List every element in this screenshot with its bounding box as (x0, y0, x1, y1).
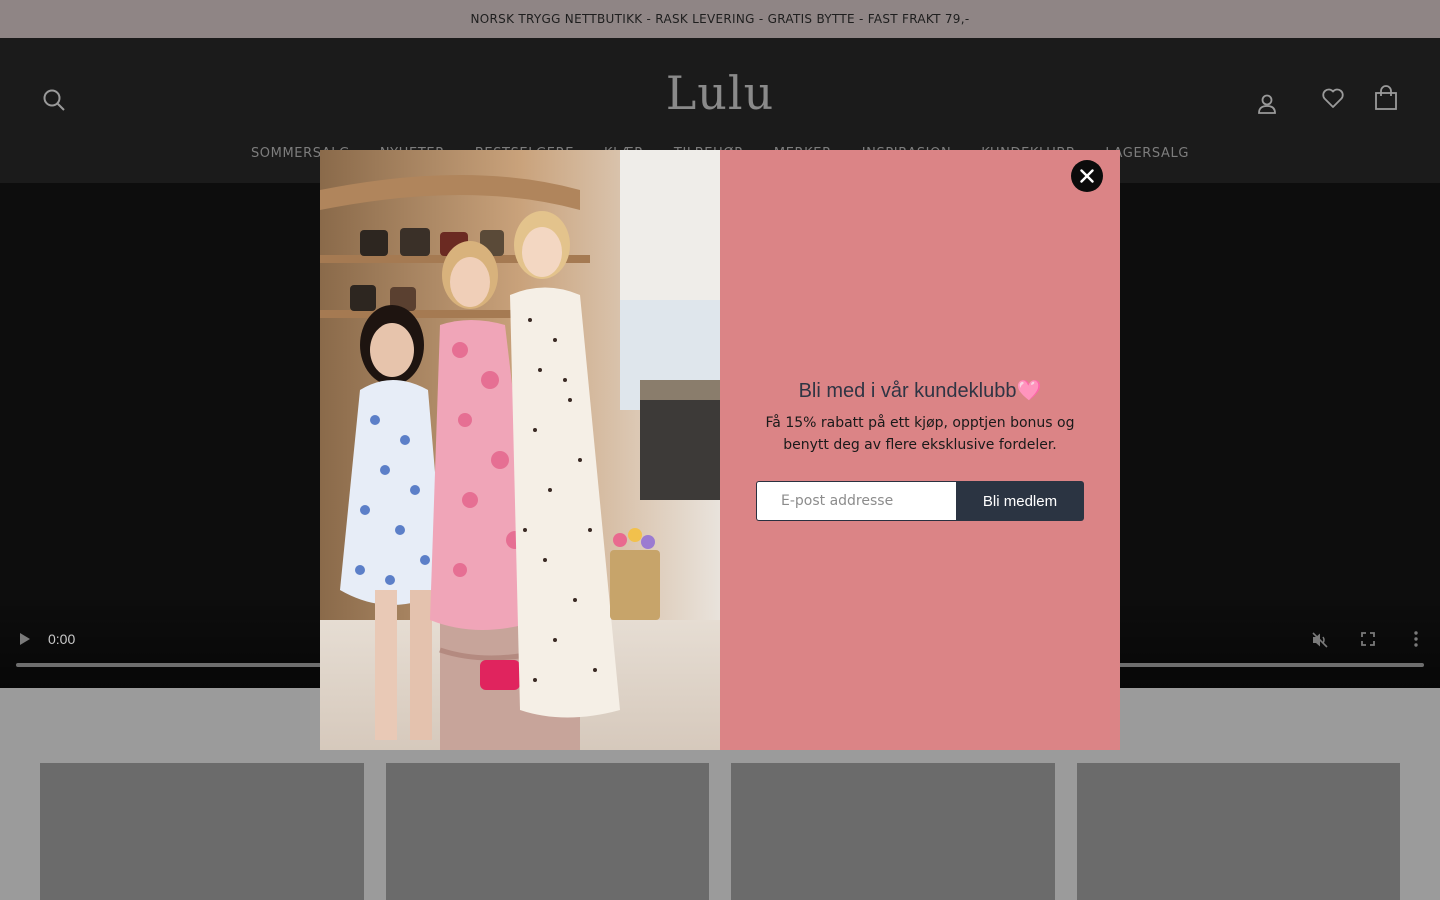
email-field[interactable] (756, 481, 956, 521)
fullscreen-icon[interactable] (1358, 629, 1378, 649)
product-card[interactable] (40, 763, 364, 900)
site-logo[interactable]: Lulu (650, 66, 790, 120)
product-card[interactable] (386, 763, 709, 900)
popup-photo (320, 150, 720, 750)
close-icon (1080, 169, 1094, 183)
close-popup-button[interactable] (1071, 160, 1103, 192)
store-photo-illustration (320, 150, 720, 750)
signup-form: Bli medlem (756, 481, 1084, 521)
heart-icon[interactable] (1319, 84, 1347, 112)
play-icon[interactable] (16, 630, 34, 648)
newsletter-popup: Bli med i vår kundeklubb🩷 Få 15% rabatt … (320, 150, 1120, 750)
product-card[interactable] (731, 763, 1055, 900)
user-icon[interactable] (1254, 90, 1280, 116)
join-club-button[interactable]: Bli medlem (956, 481, 1084, 521)
search-icon[interactable] (40, 86, 68, 114)
popup-panel: Bli med i vår kundeklubb🩷 Få 15% rabatt … (720, 150, 1120, 750)
announcement-text: NORSK TRYGG NETTBUTIKK - RASK LEVERING -… (470, 12, 970, 26)
product-card[interactable] (1077, 763, 1400, 900)
announcement-bar: NORSK TRYGG NETTBUTIKK - RASK LEVERING -… (0, 0, 1440, 38)
mute-icon[interactable] (1309, 629, 1331, 651)
bag-icon[interactable] (1372, 83, 1400, 113)
video-time: 0:00 (48, 631, 76, 647)
popup-subtitle: Få 15% rabatt på ett kjøp, opptjen bonus… (765, 415, 1075, 453)
popup-title: Bli med i vår kundeklubb🩷 (798, 380, 1042, 402)
more-options-icon[interactable] (1406, 629, 1426, 649)
